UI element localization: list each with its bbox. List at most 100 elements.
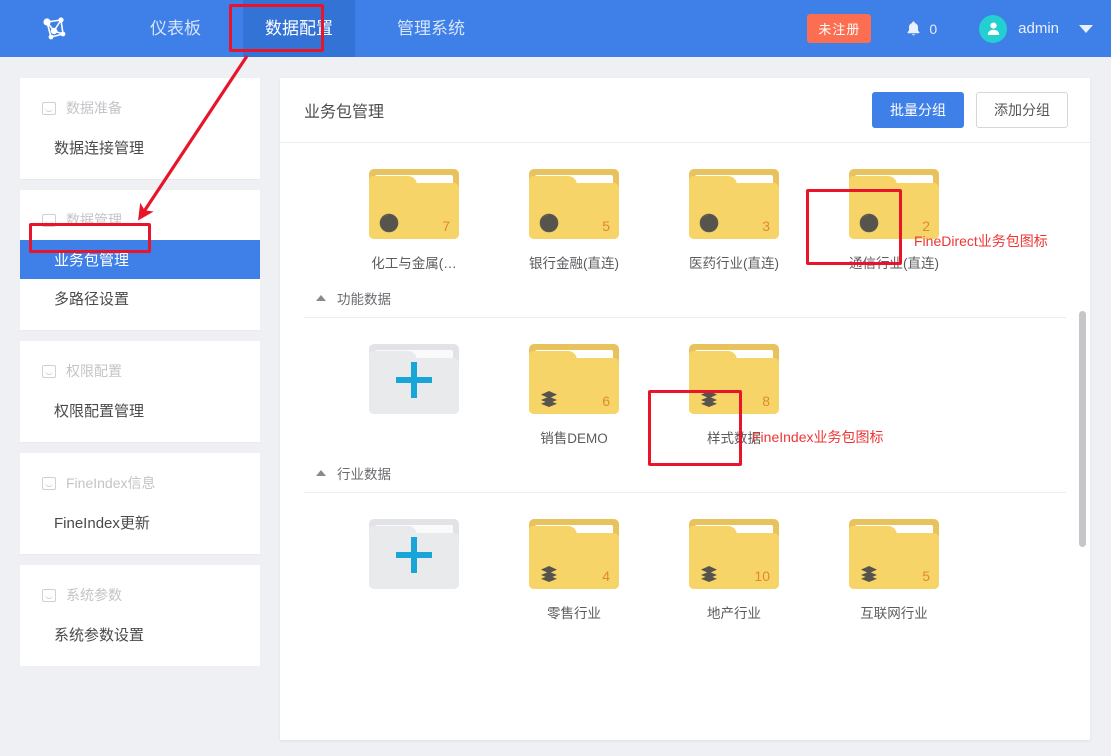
package-count: 8: [762, 393, 770, 409]
package-tile[interactable]: 4 零售行业: [494, 519, 654, 622]
sidebar-item-fineindex-update[interactable]: FineIndex更新: [20, 503, 260, 542]
package-count: 7: [442, 218, 450, 234]
folder-icon: 7: [369, 169, 459, 239]
sidebar-item-data-connection[interactable]: 数据连接管理: [20, 128, 260, 167]
notification-count: 0: [929, 20, 938, 37]
package-scroll-area: 7 化工与金属(… 5 银行金融(直连) 3 医药行业(直连) 2 通信行业(直…: [280, 143, 1090, 740]
nav-item-admin-system[interactable]: 管理系统: [375, 0, 487, 57]
network-graph-logo[interactable]: [38, 12, 72, 46]
package-label: 银行金融(直连): [529, 256, 619, 271]
add-group-button[interactable]: 添加分组: [976, 92, 1068, 128]
triangle-up-icon[interactable]: [316, 295, 326, 301]
package-count: 3: [762, 218, 770, 234]
layers-badge-icon: [858, 562, 880, 584]
sidebar-group-title: FineIndex信息: [20, 467, 260, 503]
layers-badge-icon: [698, 562, 720, 584]
folder-icon: 3: [689, 169, 779, 239]
package-count: 5: [602, 218, 610, 234]
package-label: 互联网行业: [860, 606, 928, 621]
folder-icon: 8: [689, 344, 779, 414]
section-header-industry-data[interactable]: 行业数据: [304, 455, 1066, 493]
package-count: 10: [754, 568, 770, 584]
sidebar-item-permission-config[interactable]: 权限配置管理: [20, 391, 260, 430]
nav-item-dashboard[interactable]: 仪表板: [128, 0, 223, 57]
section-header-function-data[interactable]: 功能数据: [304, 280, 1066, 318]
package-count: 5: [922, 568, 930, 584]
pie-clock-badge-icon: [538, 212, 560, 234]
sidebar-item-business-package[interactable]: 业务包管理: [20, 240, 260, 279]
package-label: 医药行业(直连): [689, 256, 779, 271]
inbox-icon: [42, 364, 56, 378]
package-label: 销售DEMO: [540, 431, 608, 446]
package-tile[interactable]: 6 销售DEMO: [494, 344, 654, 447]
avatar[interactable]: [979, 14, 1008, 43]
notification-button[interactable]: 0: [905, 20, 937, 38]
inbox-icon: [42, 476, 56, 490]
main-body: 7 化工与金属(… 5 银行金融(直连) 3 医药行业(直连) 2 通信行业(直…: [280, 143, 1090, 740]
sidebar-group-label: 系统参数: [66, 587, 122, 603]
page-title: 业务包管理: [304, 104, 385, 121]
package-tile[interactable]: 5 互联网行业: [814, 519, 974, 622]
main-panel: 业务包管理 批量分组 添加分组 7 化工与金属(… 5 银行金融(直连) 3 医…: [280, 78, 1090, 740]
sidebar-group-data-management: 数据管理 业务包管理 多路径设置: [20, 190, 260, 331]
layers-badge-icon: [698, 387, 720, 409]
unregistered-badge[interactable]: 未注册: [807, 14, 872, 43]
vertical-scrollbar[interactable]: [1079, 143, 1086, 740]
package-tile[interactable]: 2 通信行业(直连): [814, 169, 974, 272]
sidebar-group-label: FineIndex信息: [66, 475, 156, 491]
folder-icon: 10: [689, 519, 779, 589]
bell-icon: [905, 20, 922, 38]
pie-clock-badge-icon: [858, 212, 880, 234]
package-count: 2: [922, 218, 930, 234]
username-label: admin: [1018, 20, 1059, 37]
folder-icon: 6: [529, 344, 619, 414]
package-tile[interactable]: 5 银行金融(直连): [494, 169, 654, 272]
main-header: 业务包管理 批量分组 添加分组: [280, 78, 1090, 143]
sidebar-item-system-param-settings[interactable]: 系统参数设置: [20, 615, 260, 654]
package-grid-function-data: 6 销售DEMO 8 样式数据: [304, 318, 1066, 455]
nav-item-data-config[interactable]: 数据配置: [243, 0, 355, 57]
package-tile[interactable]: 3 医药行业(直连): [654, 169, 814, 272]
folder-icon: 2: [849, 169, 939, 239]
package-grid-industry-data: 4 零售行业 10 地产行业 5 互联网行业: [304, 493, 1066, 630]
package-label: 地产行业: [707, 606, 761, 621]
sidebar-item-multipath[interactable]: 多路径设置: [20, 279, 260, 318]
sidebar-group-label: 权限配置: [66, 363, 122, 379]
package-label: 零售行业: [547, 606, 601, 621]
plus-icon: [396, 537, 432, 574]
folder-icon: 4: [529, 519, 619, 589]
sidebar-group-title: 数据准备: [20, 92, 260, 128]
chevron-down-icon[interactable]: [1079, 24, 1093, 33]
inbox-icon: [42, 588, 56, 602]
package-label: 化工与金属(…: [371, 256, 457, 271]
sidebar-group-title: 权限配置: [20, 355, 260, 391]
package-grid-ungrouped: 7 化工与金属(… 5 银行金融(直连) 3 医药行业(直连) 2 通信行业(直…: [304, 143, 1066, 280]
add-folder-icon: [369, 344, 459, 414]
batch-group-button[interactable]: 批量分组: [872, 92, 964, 128]
add-package-tile[interactable]: [334, 344, 494, 447]
add-package-tile[interactable]: [334, 519, 494, 622]
package-tile[interactable]: 8 样式数据: [654, 344, 814, 447]
scrollbar-thumb[interactable]: [1079, 311, 1086, 547]
sidebar-group-fineindex-info: FineIndex信息 FineIndex更新: [20, 453, 260, 555]
main-nav: 仪表板 数据配置 管理系统: [128, 0, 487, 57]
package-count: 4: [602, 568, 610, 584]
package-count: 6: [602, 393, 610, 409]
inbox-icon: [42, 101, 56, 115]
section-label: 功能数据: [337, 292, 391, 307]
package-label: 样式数据: [707, 431, 761, 446]
package-tile[interactable]: 7 化工与金属(…: [334, 169, 494, 272]
folder-icon: 5: [849, 519, 939, 589]
header-right-cluster: 未注册 0 admin: [807, 0, 1093, 57]
package-tile[interactable]: 10 地产行业: [654, 519, 814, 622]
add-folder-icon: [369, 519, 459, 589]
triangle-up-icon[interactable]: [316, 470, 326, 476]
sidebar-group-title: 数据管理: [20, 204, 260, 240]
folder-icon: 5: [529, 169, 619, 239]
sidebar-group-label: 数据管理: [66, 212, 122, 228]
layers-badge-icon: [538, 562, 560, 584]
sidebar-group-label: 数据准备: [66, 100, 122, 116]
app-header: 仪表板 数据配置 管理系统 未注册 0 admin: [0, 0, 1111, 57]
sidebar: 数据准备 数据连接管理 数据管理 业务包管理 多路径设置 权限配置 权限配置管理…: [20, 78, 260, 676]
pie-clock-badge-icon: [698, 212, 720, 234]
